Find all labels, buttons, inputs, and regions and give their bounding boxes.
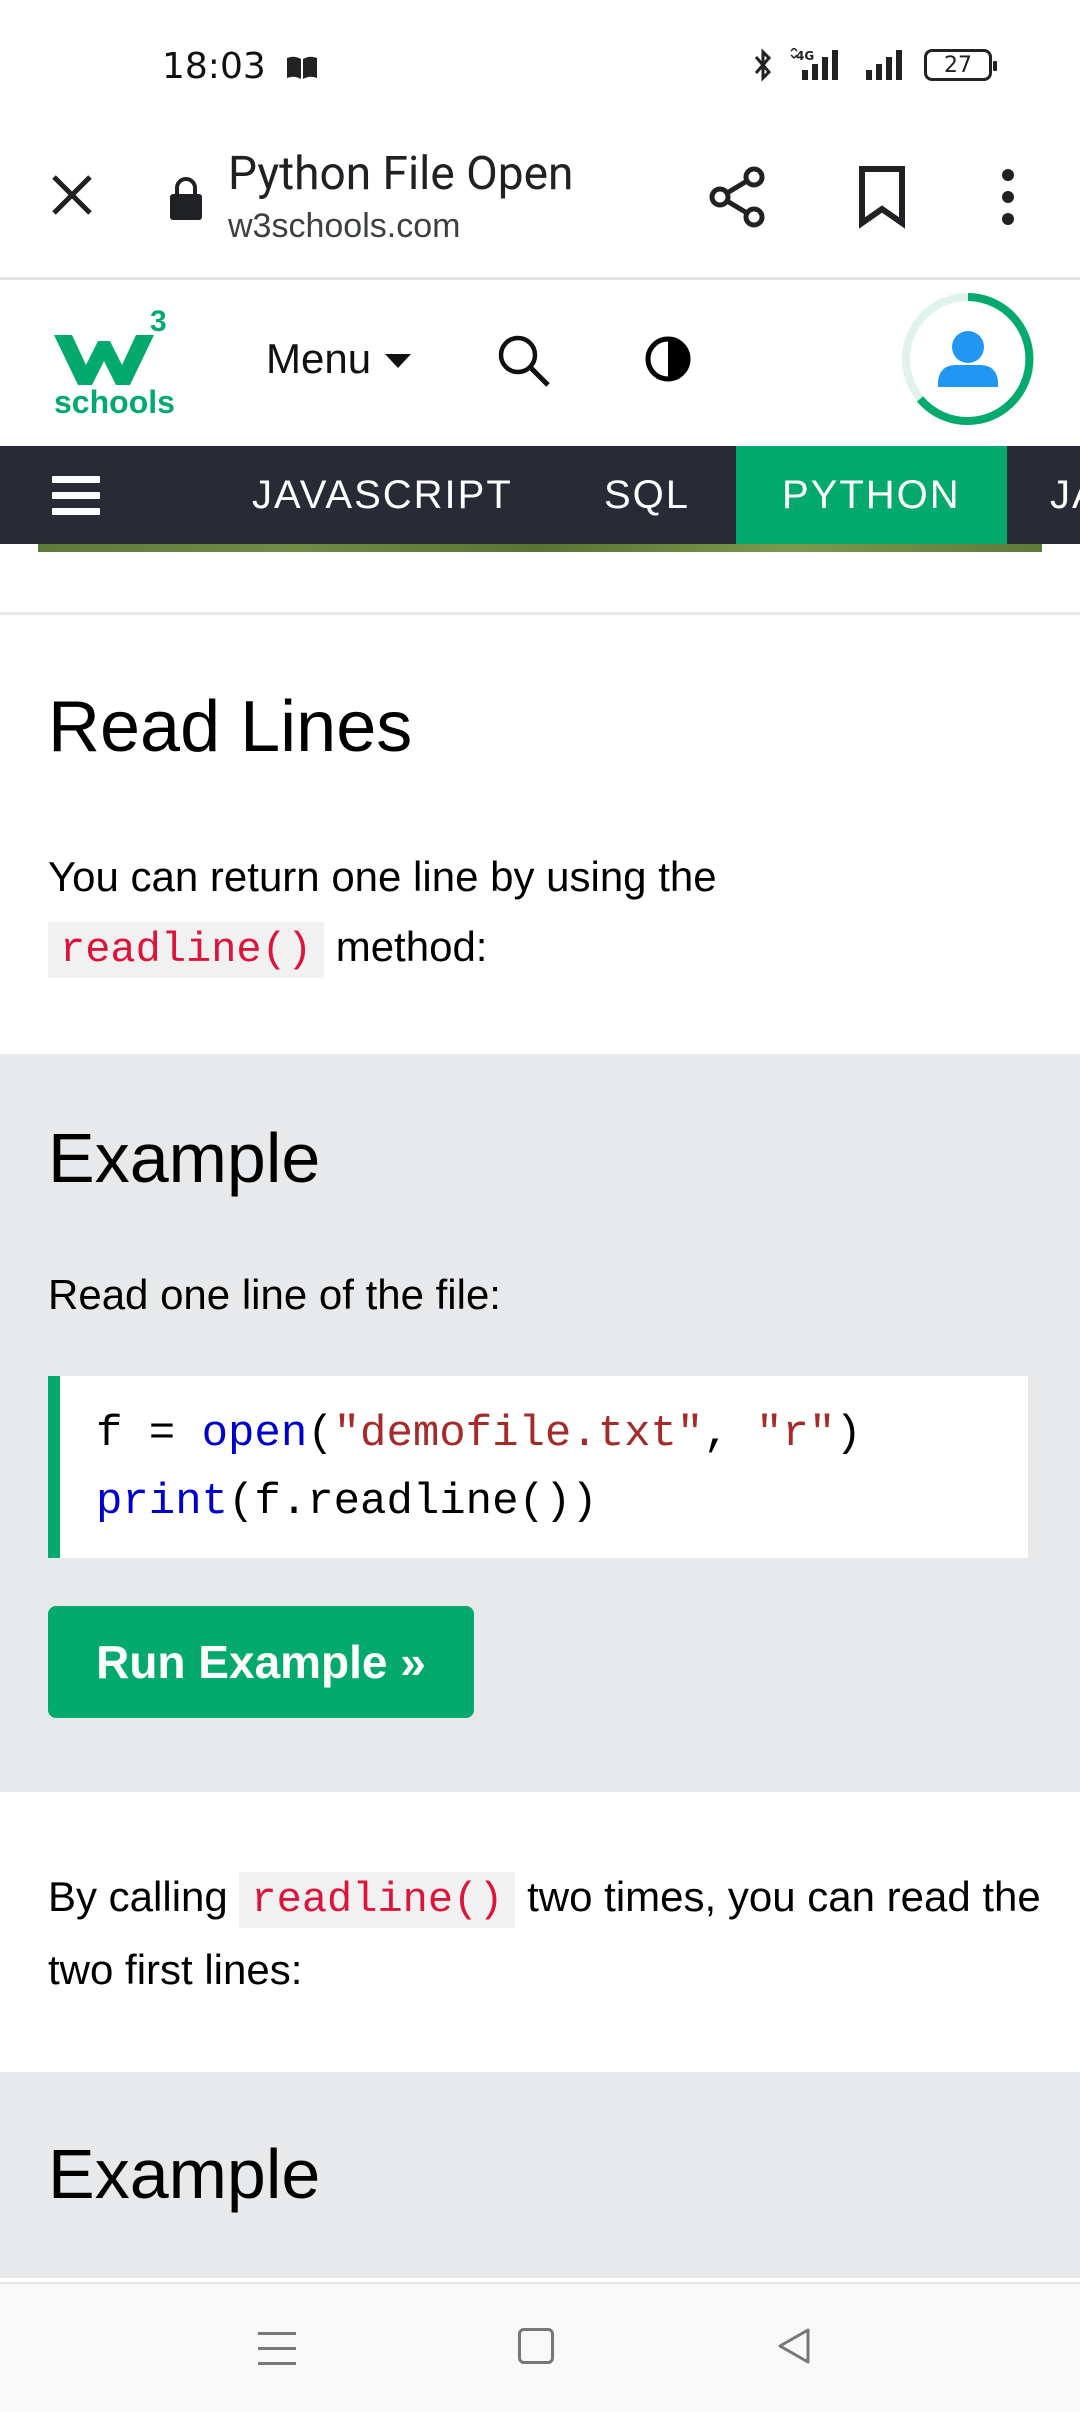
recent-apps-icon[interactable] — [258, 2332, 296, 2366]
battery-icon: 27 — [924, 49, 997, 81]
section-paragraph: You can return one line by using the rea… — [48, 842, 1048, 985]
status-bar: 18:03 4G 27 — [0, 0, 1080, 135]
svg-text:4G: 4G — [796, 49, 814, 63]
example-box: Example — [0, 2072, 1080, 2278]
home-icon[interactable] — [518, 2328, 554, 2364]
example-heading: Example — [48, 1119, 321, 1197]
more-vert-icon[interactable] — [996, 165, 1020, 229]
status-icons: 4G 27 — [752, 48, 997, 82]
section-paragraph: By calling readline() two times, you can… — [48, 1862, 1048, 2005]
example-box: Example Read one line of the file: f = o… — [0, 1054, 1080, 1792]
w3schools-logo[interactable]: 3 schools — [52, 303, 176, 417]
menu-label: Menu — [266, 335, 372, 382]
menu-button[interactable]: Menu — [266, 335, 412, 383]
nav-item-sql[interactable]: SQL — [558, 446, 736, 544]
inline-code: readline() — [239, 1872, 516, 1928]
bookmark-icon[interactable] — [856, 165, 908, 229]
signal-icon — [866, 50, 902, 80]
paragraph-text: You can return one line by using the — [48, 853, 717, 900]
section-heading: Read Lines — [48, 687, 413, 767]
user-avatar-icon[interactable] — [900, 291, 1036, 427]
code-block: f = open("demofile.txt", "r") print(f.re… — [48, 1376, 1028, 1558]
book-icon — [287, 56, 317, 79]
site-header: 3 schools Menu — [0, 283, 1080, 447]
topic-nav: JAVASCRIPT SQL PYTHON JA — [0, 446, 1080, 544]
ad-banner-edge — [38, 544, 1042, 552]
close-icon[interactable] — [48, 171, 96, 219]
dark-mode-toggle-icon[interactable] — [644, 335, 692, 383]
search-icon[interactable] — [496, 333, 552, 389]
share-icon[interactable] — [706, 165, 770, 229]
logo-superscript: 3 — [150, 305, 167, 338]
page-title[interactable]: Python File Open — [228, 147, 573, 201]
inline-code: readline() — [48, 922, 325, 978]
bluetooth-icon — [754, 48, 772, 82]
paragraph-text: By calling — [48, 1873, 240, 1920]
example-description: Read one line of the file: — [48, 1271, 501, 1318]
paragraph-text: method: — [324, 923, 488, 970]
back-icon[interactable] — [776, 2326, 812, 2366]
logo-text: schools — [54, 384, 175, 417]
nav-item-java[interactable]: JA — [1004, 446, 1080, 544]
run-example-button[interactable]: Run Example » — [48, 1606, 474, 1718]
caret-down-icon — [385, 354, 412, 368]
hamburger-menu-icon[interactable] — [52, 476, 100, 516]
4g-signal-icon: 4G — [790, 48, 838, 80]
status-time: 18:03 — [162, 46, 266, 87]
divider — [0, 612, 1080, 615]
lock-icon[interactable] — [168, 175, 204, 221]
nav-item-javascript[interactable]: JAVASCRIPT — [206, 446, 559, 544]
battery-level: 27 — [944, 52, 972, 78]
browser-toolbar: Python File Open w3schools.com — [0, 135, 1080, 280]
example-heading: Example — [48, 2135, 321, 2213]
system-nav-bar — [0, 2282, 1080, 2412]
nav-item-python[interactable]: PYTHON — [736, 446, 1007, 544]
page-url[interactable]: w3schools.com — [228, 207, 460, 246]
